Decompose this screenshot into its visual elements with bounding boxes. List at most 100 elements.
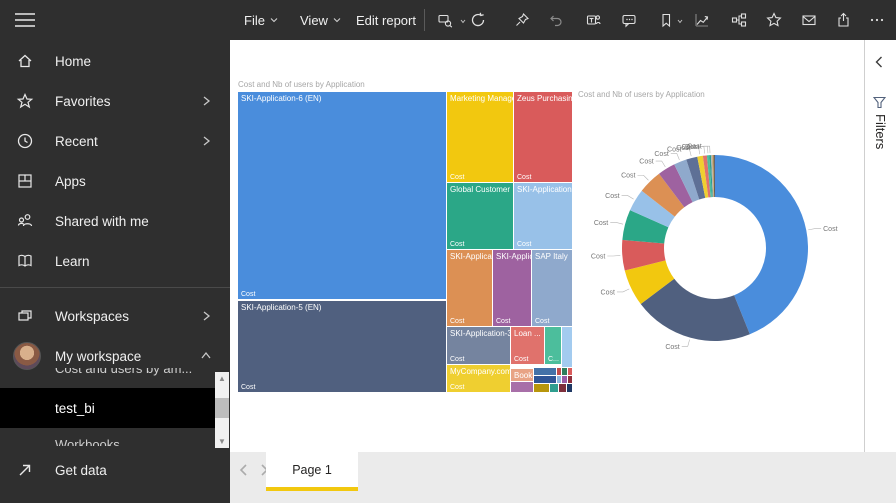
treemap-tile[interactable] — [562, 376, 567, 383]
filter-funnel-icon[interactable] — [873, 96, 886, 109]
workspace-content-item-selected[interactable]: test_bi — [0, 388, 215, 428]
treemap-tile[interactable] — [550, 384, 558, 392]
treemap-tile[interactable]: SKI-Application-6 (EN) Cost — [238, 92, 446, 299]
donut-value-label: Cost — [621, 173, 635, 180]
treemap-tile[interactable] — [557, 368, 561, 375]
treemap-tile[interactable] — [557, 376, 561, 383]
treemap-plot[interactable]: SKI-Application-6 (EN)CostSKI-Applicatio… — [238, 92, 572, 392]
donut-svg[interactable]: CostCostCostCostCostCostCostCostCostCost… — [578, 96, 868, 406]
treemap-tile[interactable]: SKI-Application-3 (E...Cost — [447, 327, 510, 364]
treemap-tile-label: SKI-Application-6 (EN) — [238, 92, 446, 103]
view-menu[interactable]: View — [300, 0, 341, 40]
treemap-tile[interactable] — [511, 382, 533, 392]
treemap-tile-label: SKI-Application-4... — [514, 183, 572, 194]
treemap-tile-label: SKI-Application-5 (EN) — [238, 301, 446, 312]
treemap-tile-measure: Cost — [496, 318, 510, 325]
sidebar-item-learn[interactable]: Learn — [0, 241, 230, 281]
treemap-tile-measure: Cost — [450, 241, 464, 248]
chevron-down-icon[interactable] — [460, 19, 466, 24]
filters-rail: Filters — [864, 40, 896, 452]
treemap-tile[interactable] — [559, 384, 566, 392]
page-footer: Page 1 — [230, 452, 896, 503]
treemap-tile[interactable] — [534, 376, 556, 383]
chevron-down-icon[interactable] — [677, 19, 683, 24]
treemap-tile[interactable] — [534, 384, 549, 392]
file-menu[interactable]: File — [244, 0, 278, 40]
workspace-content-item-partial[interactable]: Cost and users by am... — [0, 368, 215, 378]
line-chart-icon[interactable] — [694, 12, 710, 28]
sidebar-scrollbar[interactable]: ▲ ▼ — [215, 372, 229, 448]
donut-value-label: Cost — [601, 289, 615, 296]
scroll-down-arrow[interactable]: ▼ — [215, 435, 229, 448]
collapse-chevron-left-icon[interactable] — [875, 56, 883, 68]
treemap-tile[interactable] — [562, 327, 572, 367]
subscribe-envelope-icon[interactable] — [801, 12, 817, 28]
donut-chart[interactable]: CostCostCostCostCostCostCostCostCostCost… — [578, 96, 868, 406]
treemap-tile[interactable]: Book... — [511, 369, 533, 381]
sidebar-item-get-data[interactable]: Get data — [0, 450, 230, 490]
treemap-tile[interactable] — [568, 376, 572, 383]
toolbar: File View Edit report — [230, 0, 896, 40]
chevron-right-icon — [200, 95, 212, 107]
chevron-right-icon — [200, 310, 212, 322]
comment-icon[interactable] — [621, 12, 637, 28]
treemap-tile-measure: Cost — [241, 291, 255, 298]
treemap-tile[interactable]: SKI-Application-5 (EN) Cost — [238, 301, 446, 392]
teams-chat-icon[interactable] — [585, 12, 601, 28]
treemap-tile[interactable] — [562, 368, 567, 375]
treemap-tile[interactable]: Zeus Purchasin...Cost — [514, 92, 572, 182]
donut-label-line — [671, 153, 680, 159]
sidebar-item-workspaces[interactable]: Workspaces — [0, 296, 230, 336]
export-share-icon[interactable] — [836, 12, 852, 28]
workspace-content-item-partial[interactable]: Workbooks — [0, 437, 215, 446]
scroll-up-arrow[interactable]: ▲ — [215, 372, 229, 385]
treemap-tile-measure: Cost — [241, 384, 255, 391]
sidebar-item-label: Get data — [55, 463, 107, 478]
treemap-tile[interactable] — [567, 384, 572, 392]
treemap-tile-label: SAP Italy — [532, 250, 572, 261]
sidebar-item-home[interactable]: Home — [0, 41, 230, 81]
treemap-tile-label: SKI-Applica... — [493, 250, 531, 261]
treemap-tile[interactable] — [568, 368, 572, 375]
treemap-tile[interactable]: SKI-Applica... Cost — [493, 250, 531, 326]
treemap-tile[interactable]: Loan ...Cost — [511, 327, 544, 364]
sidebar-item-label: Recent — [55, 134, 98, 149]
treemap-tile[interactable]: SKI-Applicatio...Cost — [447, 250, 492, 326]
pin-icon[interactable] — [514, 12, 530, 28]
treemap-tile-measure: Cost — [450, 356, 464, 363]
page-tab[interactable]: Page 1 — [266, 452, 358, 491]
treemap-tile[interactable]: C... — [545, 327, 561, 364]
refresh-icon[interactable] — [470, 12, 486, 28]
chevron-up-icon — [200, 350, 212, 362]
hamburger-menu-icon[interactable] — [14, 10, 36, 30]
treemap-tile[interactable]: Global CustomerCost — [447, 183, 513, 249]
sidebar-item-shared-with-me[interactable]: Shared with me — [0, 201, 230, 241]
sidebar-item-label: Home — [55, 54, 91, 69]
share-nodes-icon[interactable] — [731, 12, 747, 28]
treemap-tile[interactable]: SKI-Application-4...Cost — [514, 183, 572, 249]
donut-label-line — [808, 229, 821, 230]
sidebar-item-apps[interactable]: Apps — [0, 161, 230, 201]
filters-panel-label[interactable]: Filters — [873, 114, 888, 149]
treemap-tile[interactable]: MyCompany.com M...Cost — [447, 365, 510, 392]
undo-icon[interactable] — [547, 12, 563, 28]
donut-value-label: Cost — [605, 193, 619, 200]
explore-icon[interactable] — [437, 12, 453, 28]
treemap-tile-measure: Cost — [517, 174, 531, 181]
sidebar-item-recent[interactable]: Recent — [0, 121, 230, 161]
treemap-tile-measure: Cost — [450, 384, 464, 391]
treemap-tile[interactable]: Marketing Manageme...Cost — [447, 92, 513, 182]
treemap-tile[interactable] — [534, 368, 556, 375]
treemap-tile-measure: Cost — [450, 318, 464, 325]
donut-value-label: Cost — [594, 220, 608, 227]
edit-report-button[interactable]: Edit report — [356, 0, 416, 40]
treemap-tile[interactable]: SAP ItalyCost — [532, 250, 572, 326]
more-icon[interactable] — [869, 12, 885, 28]
bookmark-icon[interactable] — [658, 12, 674, 28]
sidebar-item-favorites[interactable]: Favorites — [0, 81, 230, 121]
workspaces-icon — [16, 307, 34, 325]
arrow-up-right-icon — [16, 461, 34, 479]
scrollbar-thumb[interactable] — [215, 398, 229, 418]
previous-page-arrow[interactable] — [238, 462, 250, 478]
favorite-star-icon[interactable] — [766, 12, 782, 28]
